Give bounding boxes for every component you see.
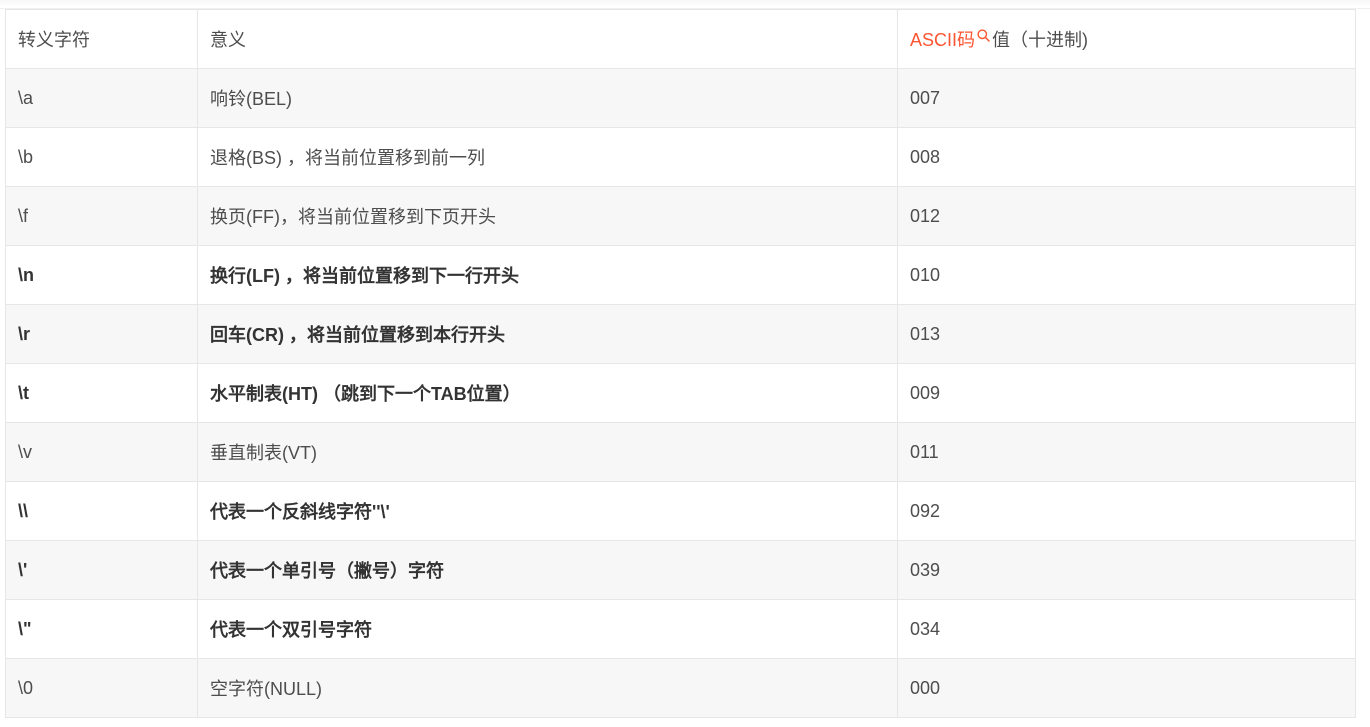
- table-row: \' 代表一个单引号（撇号）字符 039: [5, 540, 1356, 600]
- meaning-cell: 空字符(NULL): [197, 658, 898, 718]
- meaning-cell: 回车(CR) ，将当前位置移到本行开头: [197, 304, 898, 364]
- table-row: \b 退格(BS) ，将当前位置移到前一列 008: [5, 127, 1356, 187]
- header-row: 转义字符 意义 ASCII码 值（十进制): [5, 9, 1356, 69]
- table-header: 转义字符 意义 ASCII码 值（十进制): [5, 9, 1356, 69]
- ascii-code-cell: 009: [897, 363, 1356, 423]
- escape-character-table: 转义字符 意义 ASCII码 值（十进制) \a 响铃(BEL) 007 \b 退…: [5, 9, 1356, 718]
- escape-cell: \': [5, 540, 198, 600]
- top-strip: [0, 0, 1370, 9]
- escape-cell: \t: [5, 363, 198, 423]
- ascii-code-cell: 010: [897, 245, 1356, 305]
- table-row: \a 响铃(BEL) 007: [5, 68, 1356, 128]
- ascii-code-cell: 007: [897, 68, 1356, 128]
- escape-cell: \0: [5, 658, 198, 718]
- ascii-code-cell: 013: [897, 304, 1356, 364]
- ascii-code-cell: 008: [897, 127, 1356, 187]
- header-escape-char: 转义字符: [5, 9, 198, 69]
- escape-cell: \r: [5, 304, 198, 364]
- meaning-cell: 退格(BS) ，将当前位置移到前一列: [197, 127, 898, 187]
- table-body: \a 响铃(BEL) 007 \b 退格(BS) ，将当前位置移到前一列 008…: [5, 68, 1356, 718]
- ascii-search-link[interactable]: ASCII码: [910, 30, 975, 50]
- table-row: \t 水平制表(HT) （跳到下一个TAB位置） 009: [5, 363, 1356, 423]
- table-row: \n 换行(LF) ，将当前位置移到下一行开头 010: [5, 245, 1356, 305]
- ascii-code-cell: 039: [897, 540, 1356, 600]
- meaning-cell: 水平制表(HT) （跳到下一个TAB位置）: [197, 363, 898, 423]
- escape-cell: \n: [5, 245, 198, 305]
- ascii-code-cell: 034: [897, 599, 1356, 659]
- header-ascii-value: ASCII码 值（十进制): [897, 9, 1356, 69]
- table-row: \\ 代表一个反斜线字符''\' 092: [5, 481, 1356, 541]
- meaning-cell: 换行(LF) ，将当前位置移到下一行开头: [197, 245, 898, 305]
- escape-cell: \b: [5, 127, 198, 187]
- ascii-code-cell: 092: [897, 481, 1356, 541]
- escape-cell: \f: [5, 186, 198, 246]
- table-row: \r 回车(CR) ，将当前位置移到本行开头 013: [5, 304, 1356, 364]
- header-ascii-suffix: 值（十进制): [992, 30, 1089, 50]
- escape-cell: \\: [5, 481, 198, 541]
- ascii-code-cell: 000: [897, 658, 1356, 718]
- meaning-cell: 响铃(BEL): [197, 68, 898, 128]
- meaning-cell: 换页(FF)，将当前位置移到下页开头: [197, 186, 898, 246]
- header-meaning: 意义: [197, 9, 898, 69]
- meaning-cell: 代表一个反斜线字符''\': [197, 481, 898, 541]
- table-row: \f 换页(FF)，将当前位置移到下页开头 012: [5, 186, 1356, 246]
- meaning-cell: 代表一个双引号字符: [197, 599, 898, 659]
- table-row: \" 代表一个双引号字符 034: [5, 599, 1356, 659]
- ascii-code-cell: 011: [897, 422, 1356, 482]
- table-row: \0 空字符(NULL) 000: [5, 658, 1356, 718]
- search-icon[interactable]: [977, 26, 990, 47]
- table-row: \v 垂直制表(VT) 011: [5, 422, 1356, 482]
- meaning-cell: 垂直制表(VT): [197, 422, 898, 482]
- escape-cell: \a: [5, 68, 198, 128]
- escape-cell: \": [5, 599, 198, 659]
- meaning-cell: 代表一个单引号（撇号）字符: [197, 540, 898, 600]
- ascii-code-cell: 012: [897, 186, 1356, 246]
- escape-cell: \v: [5, 422, 198, 482]
